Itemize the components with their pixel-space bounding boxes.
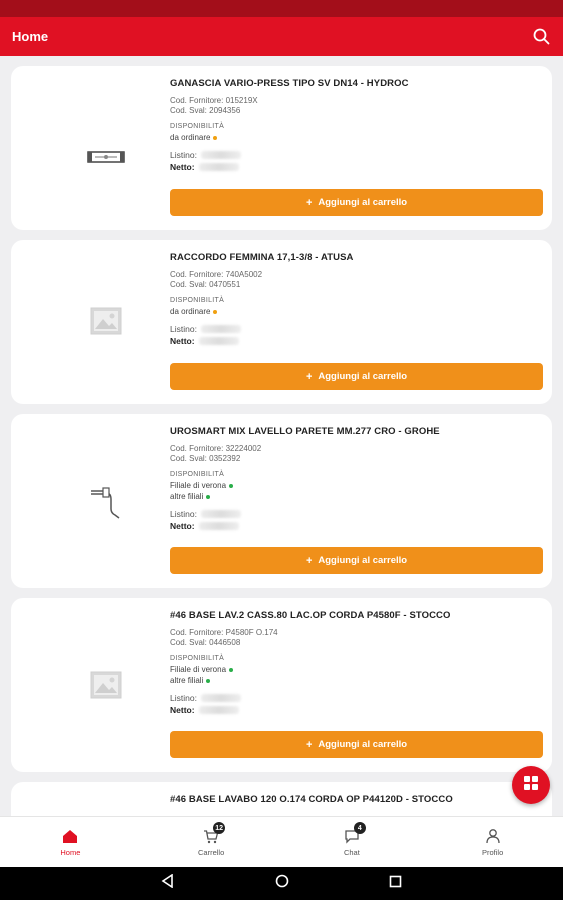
status-dot <box>229 667 234 672</box>
product-card[interactable]: #46 BASE LAVABO 120 O.174 CORDA OP P4412… <box>11 782 552 816</box>
product-card[interactable]: UROSMART MIX LAVELLO PARETE MM.277 CRO -… <box>11 414 552 588</box>
add-to-cart-button[interactable]: + Aggiungi al carrello <box>170 363 543 390</box>
supplier-code: Cod. Fornitore: 015219X <box>170 96 258 105</box>
product-card[interactable]: RACCORDO FEMMINA 17,1-3/8 - ATUSA Cod. F… <box>11 240 552 404</box>
status-bar <box>0 0 563 17</box>
add-to-cart-button[interactable]: + Aggiungi al carrello <box>170 731 543 758</box>
cart-badge: 12 <box>213 822 226 834</box>
nav-chat-label: Chat <box>343 848 360 857</box>
list-price: Listino: <box>170 323 543 335</box>
availability-item: Filiale di verona <box>170 664 543 675</box>
sval-code: Cod. Sval: 0352392 <box>170 454 241 463</box>
bottom-navigation: Home 12 Carrello 4 Chat Profilo <box>0 816 563 867</box>
placeholder-image <box>51 286 161 356</box>
recents-icon[interactable] <box>389 875 402 893</box>
status-dot <box>206 494 211 499</box>
list-price: Listino: <box>170 508 543 520</box>
home-circle-icon[interactable] <box>275 874 289 893</box>
add-to-cart-button[interactable]: + Aggiungi al carrello <box>170 547 543 574</box>
grid-fab-button[interactable] <box>512 766 550 804</box>
back-icon[interactable] <box>161 873 175 893</box>
status-dot <box>213 135 218 140</box>
availability-item: da ordinare <box>170 306 543 317</box>
placeholder-image <box>51 650 161 720</box>
sval-code: Cod. Sval: 0446508 <box>170 638 241 647</box>
status-dot <box>229 483 234 488</box>
product-list[interactable]: GANASCIA VARIO-PRESS TIPO SV DN14 - HYDR… <box>0 56 563 816</box>
status-dot <box>206 678 211 683</box>
sval-code: Cod. Sval: 2094356 <box>170 106 241 115</box>
availability-label: DISPONIBILITÀ <box>170 297 225 304</box>
search-icon[interactable] <box>531 27 551 47</box>
sval-code: Cod. Sval: 0470551 <box>170 280 241 289</box>
status-dot <box>213 309 218 314</box>
page-title: Home <box>12 29 49 44</box>
product-card[interactable]: GANASCIA VARIO-PRESS TIPO SV DN14 - HYDR… <box>11 66 552 230</box>
availability-item: da ordinare <box>170 132 543 143</box>
product-title: #46 BASE LAVABO 120 O.174 CORDA OP P4412… <box>170 794 453 805</box>
supplier-code: Cod. Fornitore: 740A5002 <box>170 270 263 279</box>
home-icon <box>60 827 80 845</box>
nav-carrello-label: Carrello <box>197 848 225 857</box>
net-price: Netto: <box>170 520 543 532</box>
nav-chat[interactable]: 4 Chat <box>282 817 423 867</box>
chat-icon: 4 <box>342 822 366 845</box>
availability-item: altre filiali <box>170 675 543 686</box>
availability-item: Filiale di verona <box>170 480 543 491</box>
net-price: Netto: <box>170 335 543 347</box>
nav-profilo[interactable]: Profilo <box>422 817 563 867</box>
system-navigation-bar <box>0 867 563 900</box>
app-bar: Home <box>0 17 563 56</box>
product-title: UROSMART MIX LAVELLO PARETE MM.277 CRO -… <box>170 426 440 437</box>
nav-home[interactable]: Home <box>0 817 141 867</box>
faucet-image <box>51 466 161 536</box>
cart-icon: 12 <box>201 822 226 845</box>
nav-profilo-label: Profilo <box>481 848 504 857</box>
grid-icon <box>523 775 539 796</box>
supplier-code: Cod. Fornitore: P4580F O.174 <box>170 628 278 637</box>
supplier-code: Cod. Fornitore: 32224002 <box>170 444 262 453</box>
user-icon <box>483 827 503 845</box>
availability-label: DISPONIBILITÀ <box>170 655 225 662</box>
list-price: Listino: <box>170 692 543 704</box>
chat-badge: 4 <box>353 822 366 834</box>
availability-label: DISPONIBILITÀ <box>170 471 225 478</box>
product-card[interactable]: #46 BASE LAV.2 CASS.80 LAC.OP CORDA P458… <box>11 598 552 772</box>
list-price: Listino: <box>170 149 543 161</box>
net-price: Netto: <box>170 161 543 173</box>
product-title: #46 BASE LAV.2 CASS.80 LAC.OP CORDA P458… <box>170 610 451 621</box>
net-price: Netto: <box>170 704 543 716</box>
nav-home-label: Home <box>60 848 81 857</box>
add-to-cart-button[interactable]: + Aggiungi al carrello <box>170 189 543 216</box>
product-title: GANASCIA VARIO-PRESS TIPO SV DN14 - HYDR… <box>170 78 409 89</box>
product-title: RACCORDO FEMMINA 17,1-3/8 - ATUSA <box>170 252 354 263</box>
availability-label: DISPONIBILITÀ <box>170 123 225 130</box>
nav-carrello[interactable]: 12 Carrello <box>141 817 282 867</box>
availability-item: altre filiali <box>170 491 543 502</box>
pipe-clamp-image <box>51 122 161 192</box>
